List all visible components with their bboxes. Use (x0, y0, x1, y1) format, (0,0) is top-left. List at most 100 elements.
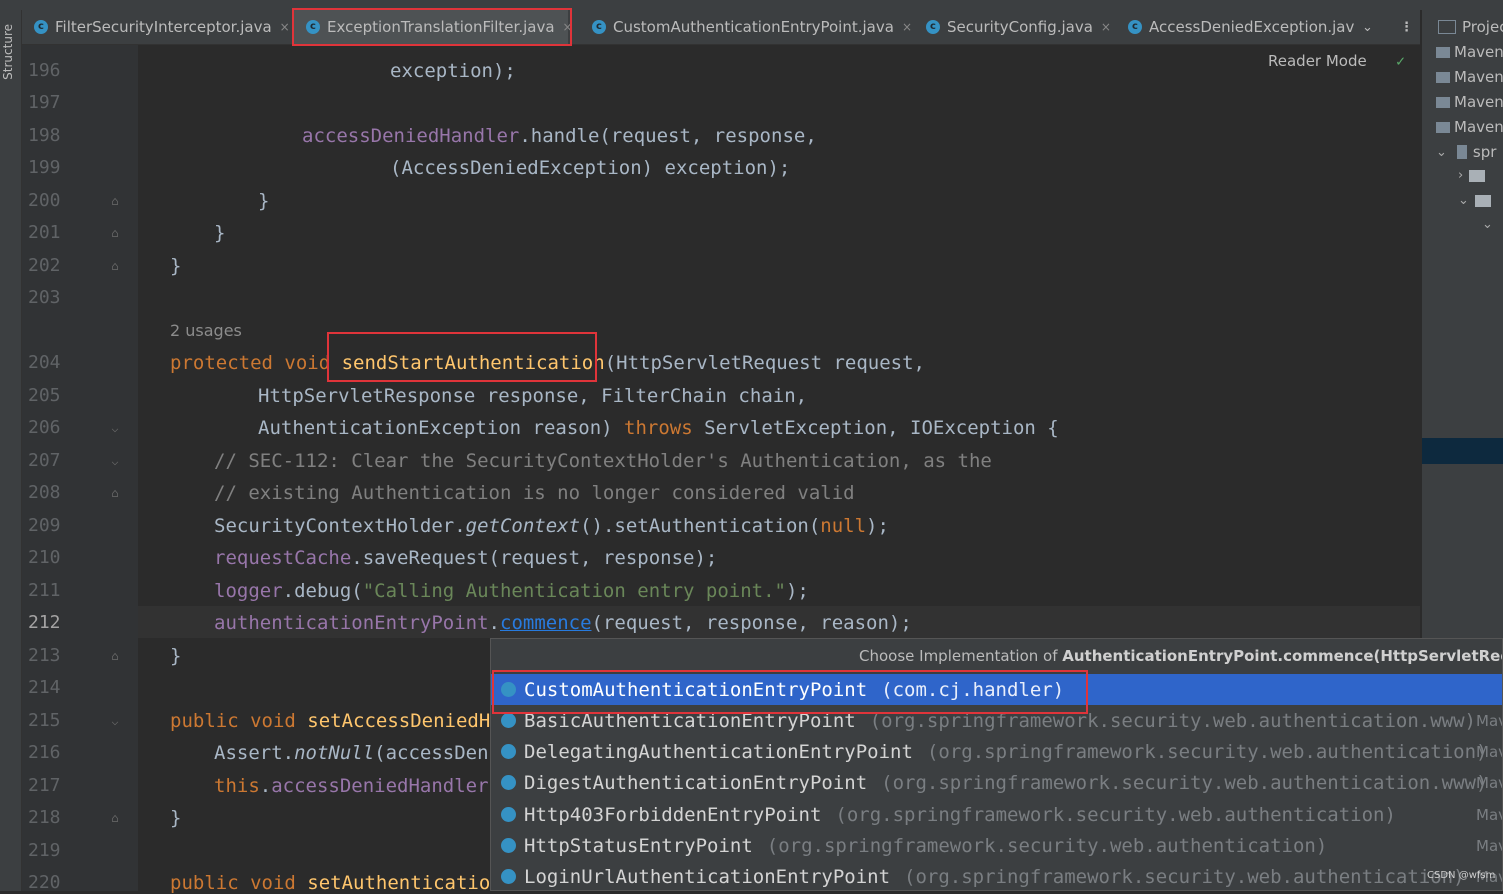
code-line-196[interactable]: exception); (390, 60, 516, 82)
line-number: 196 (28, 60, 61, 81)
tree-item-maven[interactable]: Maven (1436, 93, 1503, 111)
line-number: 197 (28, 92, 61, 113)
fold-end-icon[interactable]: ⌂ (108, 194, 122, 208)
code-line-213[interactable]: } (170, 645, 181, 667)
code-line-208[interactable]: // existing Authentication is no longer … (214, 482, 855, 504)
check-icon: ✓ (1396, 52, 1406, 70)
code-line-217[interactable]: this.accessDeniedHandler (214, 775, 489, 797)
left-toolwindow-strip: Structure (0, 10, 22, 891)
java-class-icon (501, 869, 516, 884)
line-number: 208 (28, 482, 61, 503)
line-number: 213 (28, 645, 61, 666)
tab-label: AccessDeniedException.jav (1149, 18, 1354, 36)
tab-label: FilterSecurityInterceptor.java (55, 18, 272, 36)
tab-access-denied-exception[interactable]: c AccessDeniedException.jav (1128, 10, 1354, 44)
fold-end-icon[interactable]: ⌂ (108, 226, 122, 240)
more-vertical-icon[interactable]: ⋮ (1400, 20, 1413, 35)
fold-start-icon[interactable]: ⌵ (108, 714, 122, 728)
implementation-item[interactable]: LoginUrlAuthenticationEntryPoint (org.spr… (491, 861, 1502, 890)
line-number: 200 (28, 190, 61, 211)
code-line-209[interactable]: SecurityContextHolder.getContext().setAu… (214, 515, 889, 537)
folder-icon (1469, 169, 1486, 182)
library-icon (1436, 46, 1450, 58)
code-line-218[interactable]: } (170, 807, 181, 829)
project-window-icon (1438, 20, 1456, 34)
chevron-down-icon[interactable]: ⌄ (1482, 217, 1493, 232)
code-line-199[interactable]: (AccessDeniedException) exception); (390, 157, 790, 179)
tree-item-module[interactable]: ⌄ spr (1436, 143, 1496, 161)
chevron-down-icon[interactable]: ⌄ (1436, 145, 1447, 160)
tab-filter-security-interceptor[interactable]: c FilterSecurityInterceptor.java × (34, 10, 296, 44)
line-number-current: 212 (28, 612, 61, 633)
code-line-202[interactable]: } (170, 255, 181, 277)
tree-item-maven[interactable]: Maven (1436, 43, 1503, 61)
structure-toolwindow-button[interactable]: Structure (1, 24, 15, 80)
tree-item-folder[interactable]: › (1458, 168, 1486, 183)
tab-security-config[interactable]: c SecurityConfig.java × (926, 10, 1116, 44)
implementation-item[interactable]: HttpStatusEntryPoint (org.springframework… (491, 830, 1502, 861)
highlight-box-method (327, 332, 597, 382)
code-line-200[interactable]: } (258, 190, 269, 212)
tree-item-maven[interactable]: Maven (1436, 118, 1503, 136)
tab-custom-authentication-entry-point[interactable]: c CustomAuthenticationEntryPoint.java × (592, 10, 912, 44)
line-number: 217 (28, 775, 61, 796)
close-icon[interactable]: × (280, 20, 290, 34)
implementation-item[interactable]: Http403ForbiddenEntryPoint (org.springfra… (491, 799, 1502, 830)
tab-label: SecurityConfig.java (947, 18, 1093, 36)
java-class-icon (501, 713, 516, 728)
line-number: 209 (28, 515, 61, 536)
java-class-icon (501, 775, 516, 790)
line-number: 199 (28, 157, 61, 178)
close-icon[interactable]: × (1101, 20, 1111, 34)
line-number: 207 (28, 450, 61, 471)
project-header[interactable]: Projec (1438, 18, 1503, 36)
line-number: 216 (28, 742, 61, 763)
line-number: 202 (28, 255, 61, 276)
line-number: 218 (28, 807, 61, 828)
commence-method-link[interactable]: commence (500, 612, 592, 634)
code-line-205[interactable]: HttpServletResponse response, FilterChai… (258, 385, 807, 407)
implementation-item[interactable]: DigestAuthenticationEntryPoint (org.sprin… (491, 767, 1502, 798)
line-number: 203 (28, 287, 61, 308)
code-line-215[interactable]: public void setAccessDeniedHa (170, 710, 502, 732)
code-line-207[interactable]: // SEC-112: Clear the SecurityContextHol… (214, 450, 992, 472)
chevron-right-icon[interactable]: › (1458, 168, 1463, 183)
implementation-item[interactable]: DelegatingAuthenticationEntryPoint (org.s… (491, 736, 1502, 767)
library-icon (1436, 121, 1450, 133)
highlight-box-tab (292, 8, 572, 46)
tab-label: CustomAuthenticationEntryPoint.java (613, 18, 894, 36)
code-line-212[interactable]: authenticationEntryPoint.commence(reques… (214, 612, 912, 634)
java-class-icon: c (592, 20, 606, 34)
fold-end-icon[interactable]: ⌂ (108, 486, 122, 500)
line-number: 210 (28, 547, 61, 568)
usages-hint[interactable]: 2 usages (170, 321, 242, 340)
code-line-216[interactable]: Assert.notNull(accessDeni (214, 742, 500, 764)
java-class-icon (501, 807, 516, 822)
tree-item-folder[interactable]: ⌄ (1458, 193, 1491, 208)
line-number: 206 (28, 417, 61, 438)
fold-end-icon[interactable]: ⌂ (108, 811, 122, 825)
fold-end-icon[interactable]: ⌂ (108, 259, 122, 273)
chevron-down-icon[interactable]: ⌄ (1458, 193, 1469, 208)
code-line-201[interactable]: } (214, 222, 225, 244)
close-icon[interactable]: × (902, 20, 912, 34)
reader-mode-button[interactable]: Reader Mode (1268, 52, 1367, 70)
line-number: 205 (28, 385, 61, 406)
line-number: 214 (28, 677, 61, 698)
java-class-icon (501, 838, 516, 853)
fold-start-icon[interactable]: ⌵ (108, 454, 122, 468)
tree-item-folder[interactable]: ⌄ (1482, 217, 1493, 232)
code-line-198[interactable]: accessDeniedHandler.handle(request, resp… (302, 125, 817, 147)
fold-end-icon[interactable]: ⌂ (108, 649, 122, 663)
chevron-down-icon[interactable]: ⌄ (1362, 20, 1373, 35)
code-line-210[interactable]: requestCache.saveRequest(request, respon… (214, 547, 717, 569)
editor-tab-bar: c FilterSecurityInterceptor.java × c Exc… (22, 10, 1420, 45)
title-bar-strip (0, 0, 1503, 10)
tree-selection-highlight (1422, 438, 1503, 464)
fold-start-icon[interactable]: ⌵ (108, 421, 122, 435)
java-class-icon: c (926, 20, 940, 34)
code-line-206[interactable]: AuthenticationException reason) throws S… (258, 417, 1059, 439)
highlight-box-implementation (492, 670, 1088, 714)
code-line-211[interactable]: logger.debug("Calling Authentication ent… (214, 580, 809, 602)
tree-item-maven[interactable]: Maven (1436, 68, 1503, 86)
